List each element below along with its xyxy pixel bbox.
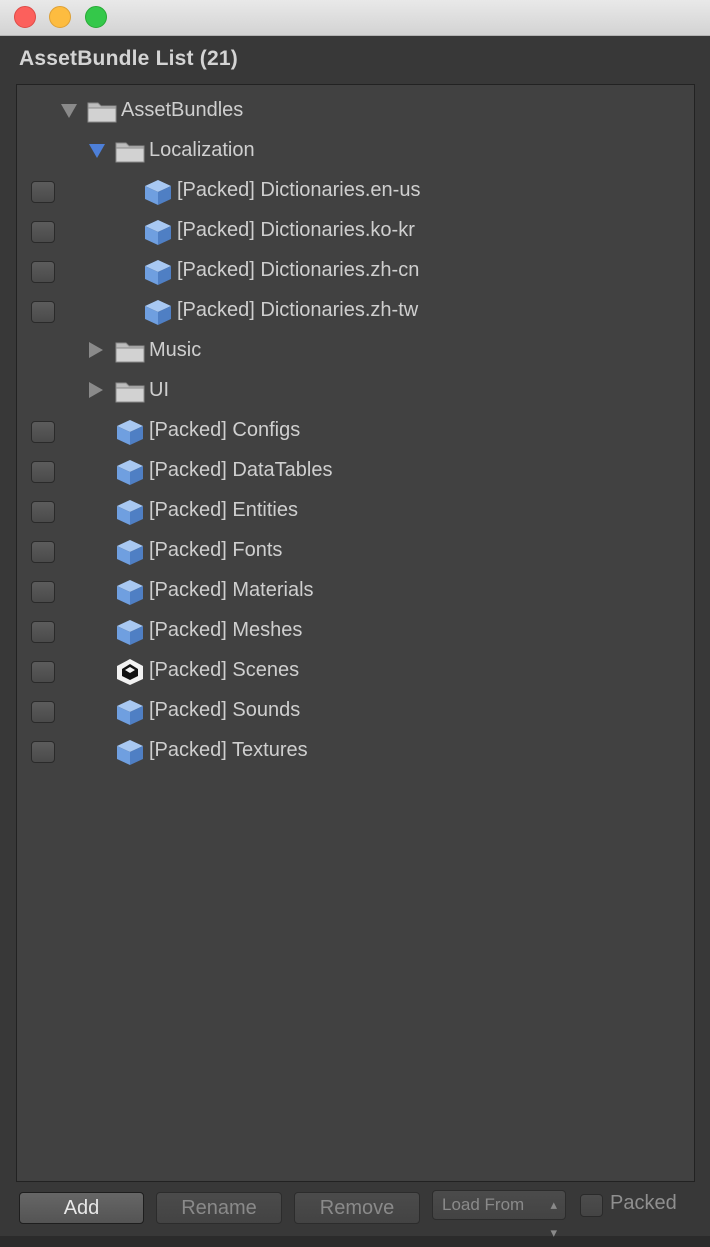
close-window-button[interactable] <box>14 6 36 28</box>
folder-icon <box>115 138 145 164</box>
folder-icon <box>87 98 117 124</box>
asset-bundle-tree[interactable]: AssetBundles Localization [Packed] Diction… <box>16 84 695 1182</box>
tree-folder-row[interactable]: Music <box>17 330 694 370</box>
tree-bundle-row[interactable]: [Packed] DataTables <box>17 450 694 490</box>
cube-icon <box>115 498 145 525</box>
tree-folder-row[interactable]: AssetBundles <box>17 90 694 130</box>
cube-icon <box>115 418 145 445</box>
folder-icon <box>115 338 145 364</box>
bundle-select-checkbox[interactable] <box>31 181 55 203</box>
cube-icon <box>115 698 145 725</box>
cube-icon <box>143 258 173 285</box>
bundle-select-checkbox[interactable] <box>31 581 55 603</box>
minimize-window-button[interactable] <box>49 6 71 28</box>
tree-bundle-row[interactable]: [Packed] Fonts <box>17 530 694 570</box>
tree-bundle-row[interactable]: [Packed] Sounds <box>17 690 694 730</box>
bundle-select-checkbox[interactable] <box>31 501 55 523</box>
folder-icon <box>115 378 145 404</box>
bundle-select-checkbox[interactable] <box>31 621 55 643</box>
tree-item-label: [Packed] Scenes <box>149 659 300 681</box>
tree-item-label: [Packed] Dictionaries.en-us <box>177 179 421 201</box>
packed-label: Packed <box>610 1192 677 1214</box>
tree-item-label: Localization <box>149 139 255 161</box>
tree-folder-row[interactable]: Localization <box>17 130 694 170</box>
tree-bundle-row[interactable]: [Packed] Dictionaries.ko-kr <box>17 210 694 250</box>
bundle-select-checkbox[interactable] <box>31 261 55 283</box>
collapse-arrow-icon[interactable] <box>89 144 105 158</box>
add-button[interactable]: Add <box>19 1192 144 1224</box>
bundle-select-checkbox[interactable] <box>31 421 55 443</box>
expand-arrow-icon[interactable] <box>89 382 103 398</box>
bundle-select-checkbox[interactable] <box>31 221 55 243</box>
packed-checkbox[interactable] <box>580 1194 603 1217</box>
up-down-chevron-icon: ▴ ▾ <box>550 1197 557 1240</box>
cube-icon <box>115 618 145 645</box>
cube-icon <box>115 538 145 565</box>
cube-icon <box>115 578 145 605</box>
tree-item-label: [Packed] Dictionaries.zh-cn <box>177 259 420 281</box>
rename-button[interactable]: Rename <box>156 1192 282 1224</box>
tree-bundle-row[interactable]: [Packed] Entities <box>17 490 694 530</box>
bundle-select-checkbox[interactable] <box>31 701 55 723</box>
remove-button[interactable]: Remove <box>294 1192 420 1224</box>
tree-item-label: [Packed] Sounds <box>149 699 301 721</box>
asset-bundle-window: AssetBundle List (21) AssetBundles Locali… <box>0 0 710 1240</box>
tree-item-label: AssetBundles <box>121 99 244 121</box>
bottom-toolbar: Add Rename Remove Load From ▴ ▾ Packed <box>0 1182 710 1240</box>
maximize-window-button[interactable] <box>85 6 107 28</box>
bundle-select-checkbox[interactable] <box>31 301 55 323</box>
tree-bundle-row[interactable]: [Packed] Scenes <box>17 650 694 690</box>
unity-logo-icon <box>115 658 145 685</box>
tree-item-label: [Packed] Dictionaries.zh-tw <box>177 299 419 321</box>
tree-bundle-row[interactable]: [Packed] Dictionaries.zh-tw <box>17 290 694 330</box>
tree-item-label: [Packed] Fonts <box>149 539 283 561</box>
cube-icon <box>115 738 145 765</box>
cube-icon <box>115 458 145 485</box>
tree-item-label: UI <box>149 379 169 401</box>
tree-bundle-row[interactable]: [Packed] Meshes <box>17 610 694 650</box>
cube-icon <box>143 218 173 245</box>
load-from-value: Load From <box>442 1195 525 1214</box>
tree-item-label: [Packed] Configs <box>149 419 301 441</box>
tree-item-label: [Packed] Materials <box>149 579 314 601</box>
panel-title: AssetBundle List (21) <box>19 47 238 70</box>
title-bar <box>0 0 710 36</box>
tree-item-label: [Packed] Textures <box>149 739 308 761</box>
tree-item-label: [Packed] DataTables <box>149 459 333 481</box>
tree-bundle-row[interactable]: [Packed] Dictionaries.zh-cn <box>17 250 694 290</box>
tree-item-label: Music <box>149 339 202 361</box>
expand-arrow-icon[interactable] <box>89 342 103 358</box>
tree-bundle-row[interactable]: [Packed] Dictionaries.en-us <box>17 170 694 210</box>
cube-icon <box>143 178 173 205</box>
tree-item-label: [Packed] Entities <box>149 499 298 521</box>
bundle-select-checkbox[interactable] <box>31 461 55 483</box>
tree-folder-row[interactable]: UI <box>17 370 694 410</box>
load-from-select[interactable]: Load From ▴ ▾ <box>432 1190 566 1240</box>
tree-bundle-row[interactable]: [Packed] Materials <box>17 570 694 610</box>
cube-icon <box>143 298 173 325</box>
bundle-select-checkbox[interactable] <box>31 661 55 683</box>
tree-bundle-row[interactable]: [Packed] Textures <box>17 730 694 770</box>
collapse-arrow-icon[interactable] <box>61 104 77 118</box>
tree-item-label: [Packed] Meshes <box>149 619 303 641</box>
bundle-select-checkbox[interactable] <box>31 741 55 763</box>
tree-bundle-row[interactable]: [Packed] Configs <box>17 410 694 450</box>
bundle-select-checkbox[interactable] <box>31 541 55 563</box>
tree-item-label: [Packed] Dictionaries.ko-kr <box>177 219 415 241</box>
